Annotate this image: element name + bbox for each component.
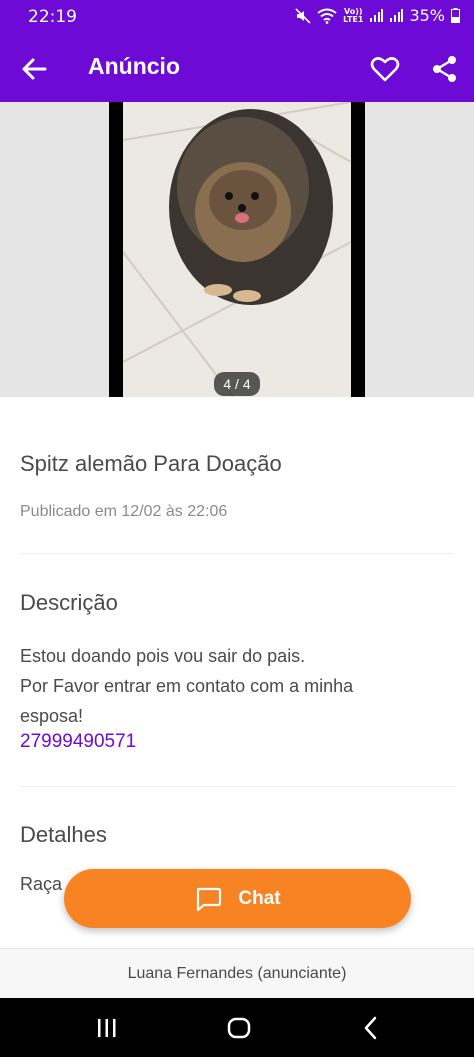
listing-photo[interactable] xyxy=(109,102,365,397)
network-type-label: Vo)) LTE1 xyxy=(343,7,364,24)
published-date: Publicado em 12/02 às 22:06 xyxy=(20,503,228,520)
description-line: esposa! xyxy=(20,706,84,726)
signal-icon xyxy=(370,8,384,22)
status-icons: Vo)) LTE1 35% xyxy=(295,6,460,25)
description-line: Por Favor entrar em contato com a minha xyxy=(20,676,354,696)
chat-button[interactable]: Chat xyxy=(64,869,411,928)
home-icon[interactable] xyxy=(226,1015,252,1041)
recent-apps-icon[interactable] xyxy=(94,1015,120,1041)
chat-bubble-icon xyxy=(197,887,222,911)
status-time: 22:19 xyxy=(28,7,77,27)
system-nav-bar xyxy=(0,998,474,1057)
back-nav-icon[interactable] xyxy=(358,1015,384,1041)
advertiser-footer[interactable]: Luana Fernandes (anunciante) xyxy=(0,948,474,998)
advertiser-name: Luana Fernandes (anunciante) xyxy=(127,965,347,982)
app-bar: Anúncio xyxy=(0,34,474,102)
battery-icon xyxy=(451,8,460,23)
chat-button-label: Chat xyxy=(238,887,281,909)
arrow-left-icon[interactable] xyxy=(20,54,50,84)
divider xyxy=(20,553,454,554)
wifi-icon xyxy=(317,8,337,24)
page-title: Anúncio xyxy=(88,53,180,79)
heart-outline-icon[interactable] xyxy=(370,54,400,84)
status-bar: 22:19 Vo)) LTE1 35% xyxy=(0,0,474,34)
phone-link[interactable]: 27999490571 xyxy=(20,731,136,753)
share-icon[interactable] xyxy=(430,54,460,84)
dog-photo-image xyxy=(123,102,351,397)
divider xyxy=(20,786,454,787)
battery-percent: 35% xyxy=(409,6,445,25)
network-lte-label: LTE1 xyxy=(343,14,364,24)
ad-title: Spitz alemão Para Doação xyxy=(20,451,282,476)
mute-icon xyxy=(295,7,311,24)
detail-label-breed: Raça xyxy=(20,874,63,894)
description-text: Estou doando pois vou sair do pais. Por … xyxy=(20,641,460,731)
signal-icon-2 xyxy=(390,8,404,22)
photo-counter: 4 / 4 xyxy=(214,372,260,396)
description-heading: Descrição xyxy=(20,590,118,615)
description-line: Estou doando pois vou sair do pais. xyxy=(20,646,306,666)
photo-gallery[interactable] xyxy=(0,102,474,397)
details-heading: Detalhes xyxy=(20,822,107,847)
